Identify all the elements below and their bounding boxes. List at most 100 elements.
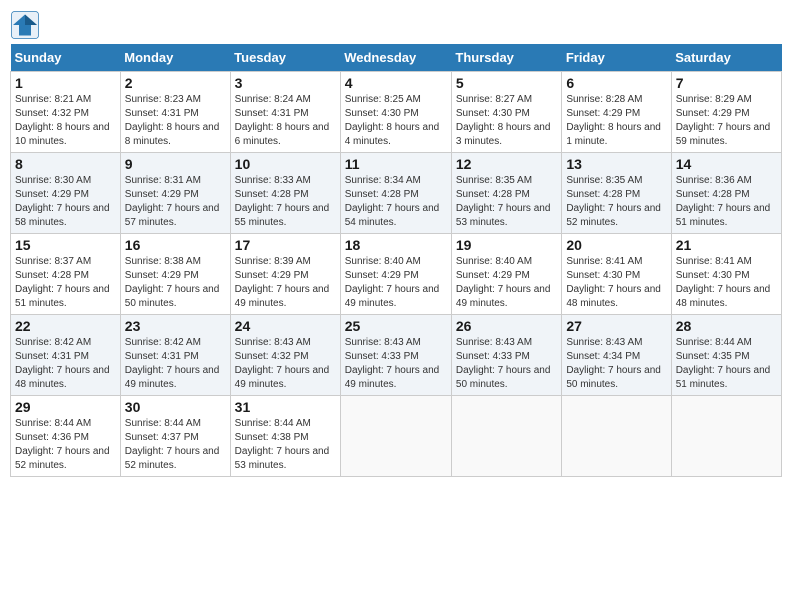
calendar-cell: 7Sunrise: 8:29 AMSunset: 4:29 PMDaylight… [671, 72, 781, 153]
calendar-cell: 14 Sunrise: 8:36 AMSunset: 4:28 PMDayligh… [671, 153, 781, 234]
day-number: 21 [676, 237, 777, 253]
day-number: 5 [456, 75, 557, 91]
calendar-body: 1 Sunrise: 8:21 AMSunset: 4:32 PMDaylight… [11, 72, 782, 477]
calendar-cell: 16 Sunrise: 8:38 AMSunset: 4:29 PMDayligh… [120, 234, 230, 315]
day-info: Sunrise: 8:31 AMSunset: 4:29 PMDaylight:… [125, 174, 226, 230]
day-number: 17 [235, 237, 336, 253]
day-info: Sunrise: 8:35 AMSunset: 4:28 PMDaylight:… [456, 174, 557, 230]
calendar-cell: 8Sunrise: 8:30 AMSunset: 4:29 PMDaylight… [11, 153, 121, 234]
day-info: Sunrise: 8:43 AMSunset: 4:32 PMDaylight:… [235, 336, 336, 392]
calendar-table: SundayMondayTuesdayWednesdayThursdayFrid… [10, 44, 782, 477]
day-number: 12 [456, 156, 557, 172]
day-info: Sunrise: 8:34 AMSunset: 4:28 PMDaylight:… [345, 174, 447, 230]
day-number: 29 [15, 399, 116, 415]
week-row-3: 15 Sunrise: 8:37 AMSunset: 4:28 PMDayligh… [11, 234, 782, 315]
day-info: Sunrise: 8:36 AMSunset: 4:28 PMDaylight:… [676, 174, 777, 230]
day-number: 26 [456, 318, 557, 334]
calendar-cell: 1 Sunrise: 8:21 AMSunset: 4:32 PMDaylight… [11, 72, 121, 153]
day-number: 8 [15, 156, 116, 172]
logo-icon [10, 10, 40, 40]
day-number: 14 [676, 156, 777, 172]
day-info: Sunrise: 8:44 AMSunset: 4:37 PMDaylight:… [125, 417, 226, 473]
day-info: Sunrise: 8:41 AMSunset: 4:30 PMDaylight:… [566, 255, 666, 311]
day-info: Sunrise: 8:43 AMSunset: 4:33 PMDaylight:… [456, 336, 557, 392]
day-info: Sunrise: 8:39 AMSunset: 4:29 PMDaylight:… [235, 255, 336, 311]
weekday-row: SundayMondayTuesdayWednesdayThursdayFrid… [11, 44, 782, 72]
day-number: 23 [125, 318, 226, 334]
day-info: Sunrise: 8:40 AMSunset: 4:29 PMDaylight:… [456, 255, 557, 311]
calendar-cell [562, 396, 671, 477]
calendar-cell: 31 Sunrise: 8:44 AMSunset: 4:38 PMDayligh… [230, 396, 340, 477]
day-number: 3 [235, 75, 336, 91]
calendar-cell: 21 Sunrise: 8:41 AMSunset: 4:30 PMDayligh… [671, 234, 781, 315]
day-info: Sunrise: 8:28 AMSunset: 4:29 PMDaylight:… [566, 93, 666, 149]
calendar-cell: 4 Sunrise: 8:25 AMSunset: 4:30 PMDaylight… [340, 72, 451, 153]
weekday-header-friday: Friday [562, 44, 671, 72]
day-info: Sunrise: 8:38 AMSunset: 4:29 PMDaylight:… [125, 255, 226, 311]
day-number: 16 [125, 237, 226, 253]
day-number: 31 [235, 399, 336, 415]
logo [10, 10, 44, 40]
day-info: Sunrise: 8:27 AMSunset: 4:30 PMDaylight:… [456, 93, 557, 149]
calendar-cell: 20Sunrise: 8:41 AMSunset: 4:30 PMDayligh… [562, 234, 671, 315]
calendar-cell: 13 Sunrise: 8:35 AMSunset: 4:28 PMDayligh… [562, 153, 671, 234]
weekday-header-wednesday: Wednesday [340, 44, 451, 72]
day-number: 30 [125, 399, 226, 415]
calendar-cell [671, 396, 781, 477]
day-number: 1 [15, 75, 116, 91]
day-info: Sunrise: 8:21 AMSunset: 4:32 PMDaylight:… [15, 93, 116, 149]
calendar-cell: 9 Sunrise: 8:31 AMSunset: 4:29 PMDaylight… [120, 153, 230, 234]
calendar-cell: 3 Sunrise: 8:24 AMSunset: 4:31 PMDaylight… [230, 72, 340, 153]
calendar-cell: 18Sunrise: 8:40 AMSunset: 4:29 PMDayligh… [340, 234, 451, 315]
calendar-cell: 26 Sunrise: 8:43 AMSunset: 4:33 PMDayligh… [451, 315, 561, 396]
day-number: 13 [566, 156, 666, 172]
calendar-cell: 2 Sunrise: 8:23 AMSunset: 4:31 PMDaylight… [120, 72, 230, 153]
calendar-cell: 30 Sunrise: 8:44 AMSunset: 4:37 PMDayligh… [120, 396, 230, 477]
day-number: 6 [566, 75, 666, 91]
day-info: Sunrise: 8:24 AMSunset: 4:31 PMDaylight:… [235, 93, 336, 149]
day-info: Sunrise: 8:44 AMSunset: 4:38 PMDaylight:… [235, 417, 336, 473]
calendar-cell [451, 396, 561, 477]
calendar-cell: 12 Sunrise: 8:35 AMSunset: 4:28 PMDayligh… [451, 153, 561, 234]
day-info: Sunrise: 8:44 AMSunset: 4:36 PMDaylight:… [15, 417, 116, 473]
day-number: 7 [676, 75, 777, 91]
week-row-2: 8Sunrise: 8:30 AMSunset: 4:29 PMDaylight… [11, 153, 782, 234]
day-number: 18 [345, 237, 447, 253]
day-number: 28 [676, 318, 777, 334]
day-number: 24 [235, 318, 336, 334]
weekday-header-monday: Monday [120, 44, 230, 72]
calendar-cell: 11 Sunrise: 8:34 AMSunset: 4:28 PMDayligh… [340, 153, 451, 234]
weekday-header-thursday: Thursday [451, 44, 561, 72]
day-info: Sunrise: 8:35 AMSunset: 4:28 PMDaylight:… [566, 174, 666, 230]
day-number: 9 [125, 156, 226, 172]
day-number: 15 [15, 237, 116, 253]
calendar-cell [340, 396, 451, 477]
calendar-cell: 19 Sunrise: 8:40 AMSunset: 4:29 PMDayligh… [451, 234, 561, 315]
calendar-cell: 29 Sunrise: 8:44 AMSunset: 4:36 PMDayligh… [11, 396, 121, 477]
day-number: 11 [345, 156, 447, 172]
day-info: Sunrise: 8:41 AMSunset: 4:30 PMDaylight:… [676, 255, 777, 311]
calendar-cell: 24 Sunrise: 8:43 AMSunset: 4:32 PMDayligh… [230, 315, 340, 396]
calendar-cell: 10Sunrise: 8:33 AMSunset: 4:28 PMDayligh… [230, 153, 340, 234]
day-number: 22 [15, 318, 116, 334]
calendar-cell: 5 Sunrise: 8:27 AMSunset: 4:30 PMDaylight… [451, 72, 561, 153]
day-number: 27 [566, 318, 666, 334]
day-info: Sunrise: 8:44 AMSunset: 4:35 PMDaylight:… [676, 336, 777, 392]
day-info: Sunrise: 8:42 AMSunset: 4:31 PMDaylight:… [15, 336, 116, 392]
day-info: Sunrise: 8:42 AMSunset: 4:31 PMDaylight:… [125, 336, 226, 392]
day-number: 2 [125, 75, 226, 91]
day-number: 19 [456, 237, 557, 253]
week-row-1: 1 Sunrise: 8:21 AMSunset: 4:32 PMDaylight… [11, 72, 782, 153]
calendar-cell: 6 Sunrise: 8:28 AMSunset: 4:29 PMDaylight… [562, 72, 671, 153]
calendar-cell: 25Sunrise: 8:43 AMSunset: 4:33 PMDayligh… [340, 315, 451, 396]
day-info: Sunrise: 8:37 AMSunset: 4:28 PMDaylight:… [15, 255, 116, 311]
day-info: Sunrise: 8:23 AMSunset: 4:31 PMDaylight:… [125, 93, 226, 149]
day-info: Sunrise: 8:25 AMSunset: 4:30 PMDaylight:… [345, 93, 447, 149]
calendar-cell: 17 Sunrise: 8:39 AMSunset: 4:29 PMDayligh… [230, 234, 340, 315]
calendar-cell: 15 Sunrise: 8:37 AMSunset: 4:28 PMDayligh… [11, 234, 121, 315]
day-number: 10 [235, 156, 336, 172]
day-number: 4 [345, 75, 447, 91]
weekday-header-tuesday: Tuesday [230, 44, 340, 72]
calendar-cell: 23 Sunrise: 8:42 AMSunset: 4:31 PMDayligh… [120, 315, 230, 396]
calendar-cell: 27Sunrise: 8:43 AMSunset: 4:34 PMDayligh… [562, 315, 671, 396]
